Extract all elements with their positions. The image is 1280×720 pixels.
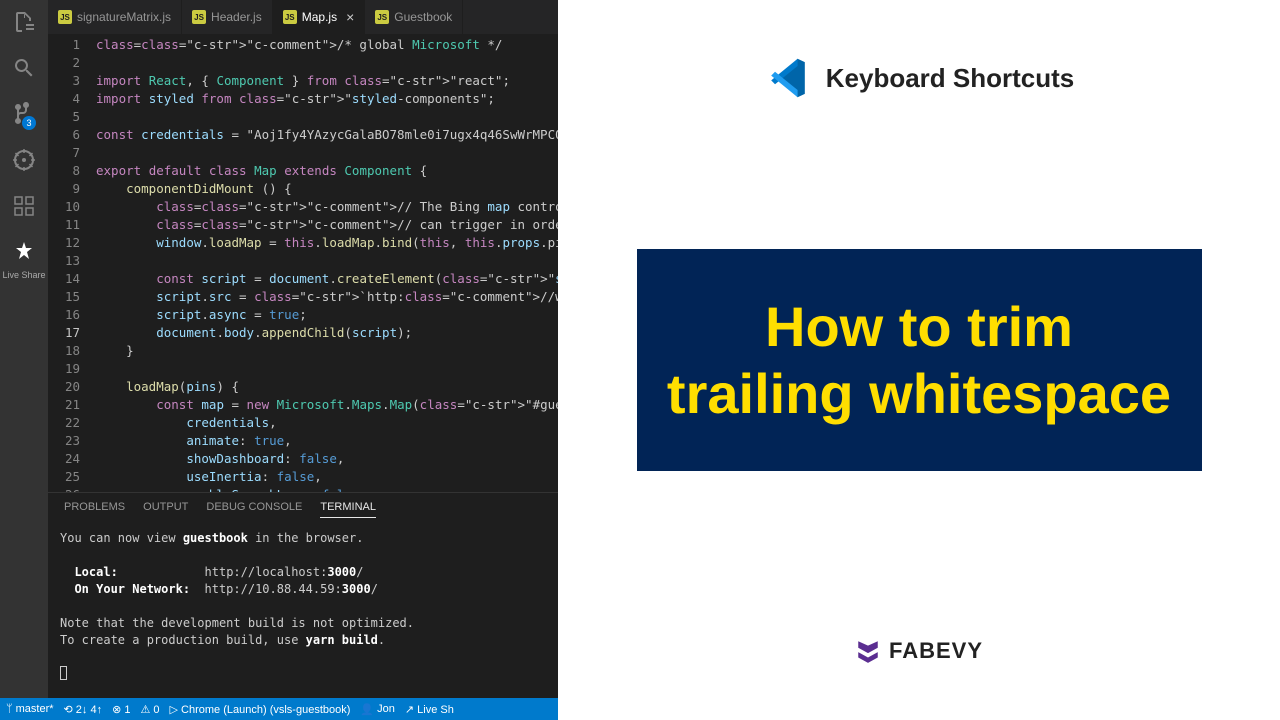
panel-tab-terminal[interactable]: TERMINAL xyxy=(320,501,376,518)
vscode-logo-icon xyxy=(764,54,812,102)
main-area: JSsignatureMatrix.jsJSHeader.jsJSMap.js×… xyxy=(48,0,558,698)
scm-icon[interactable]: 3 xyxy=(10,100,38,128)
panel-tabs: PROBLEMS OUTPUT DEBUG CONSOLE TERMINAL xyxy=(60,493,558,526)
js-file-icon: JS xyxy=(375,10,389,24)
status-errors[interactable]: ⊗ 1 xyxy=(112,703,130,716)
tab-header-js[interactable]: JSHeader.js xyxy=(182,0,273,34)
search-icon[interactable] xyxy=(10,54,38,82)
promo-title-box: How to trim trailing whitespace xyxy=(637,249,1202,471)
status-user[interactable]: 👤 Jon xyxy=(360,703,394,716)
tab-map-js[interactable]: JSMap.js× xyxy=(273,0,366,34)
line-gutter: 1234567891011121314151617181920212223242… xyxy=(48,34,96,492)
status-bar: ᛘ master* ⟲ 2↓ 4↑ ⊗ 1 ⚠ 0 ▷ Chrome (Laun… xyxy=(0,698,558,720)
brand-name: FABEVY xyxy=(889,638,983,664)
activity-bar: 3 Live Share xyxy=(0,0,48,698)
panel-tab-output[interactable]: OUTPUT xyxy=(143,501,188,518)
js-file-icon: JS xyxy=(192,10,206,24)
promo-header: Keyboard Shortcuts xyxy=(764,54,1075,102)
terminal-output[interactable]: You can now view guestbook in the browse… xyxy=(60,526,558,685)
promo-panel: Keyboard Shortcuts How to trim trailing … xyxy=(558,0,1280,720)
scm-badge: 3 xyxy=(22,116,36,130)
status-warnings[interactable]: ⚠ 0 xyxy=(140,703,159,716)
liveshare-label: Live Share xyxy=(2,270,45,280)
bottom-panel: PROBLEMS OUTPUT DEBUG CONSOLE TERMINAL You … xyxy=(48,492,558,698)
tab-guestbook[interactable]: JSGuestbook xyxy=(365,0,463,34)
close-icon[interactable]: × xyxy=(346,9,354,25)
promo-title: How to trim trailing whitespace xyxy=(667,293,1172,427)
debug-icon[interactable] xyxy=(10,146,38,174)
vscode-window: 3 Live Share JSsignatureMatrix.jsJSHeade… xyxy=(0,0,558,720)
code-area[interactable]: class=class="c-str">"c-comment">/* globa… xyxy=(96,34,558,492)
brand-icon xyxy=(855,638,881,664)
tab-bar: JSsignatureMatrix.jsJSHeader.jsJSMap.js×… xyxy=(48,0,558,34)
vscode-body: 3 Live Share JSsignatureMatrix.jsJSHeade… xyxy=(0,0,558,698)
liveshare-icon[interactable] xyxy=(10,238,38,266)
status-launch[interactable]: ▷ Chrome (Launch) (vsls-guestbook) xyxy=(170,703,351,716)
promo-brand: FABEVY xyxy=(855,638,983,664)
js-file-icon: JS xyxy=(283,10,297,24)
tab-signaturematrix-js[interactable]: JSsignatureMatrix.js xyxy=(48,0,182,34)
panel-tab-debug-console[interactable]: DEBUG CONSOLE xyxy=(206,501,302,518)
explorer-icon[interactable] xyxy=(10,8,38,36)
panel-tab-problems[interactable]: PROBLEMS xyxy=(64,501,125,518)
status-liveshare[interactable]: ↗ Live Sh xyxy=(405,703,454,716)
extensions-icon[interactable] xyxy=(10,192,38,220)
js-file-icon: JS xyxy=(58,10,72,24)
status-branch[interactable]: ᛘ master* xyxy=(6,703,54,715)
editor[interactable]: 1234567891011121314151617181920212223242… xyxy=(48,34,558,492)
status-sync[interactable]: ⟲ 2↓ 4↑ xyxy=(64,703,103,716)
terminal-cursor xyxy=(60,666,67,680)
promo-header-text: Keyboard Shortcuts xyxy=(826,63,1075,94)
